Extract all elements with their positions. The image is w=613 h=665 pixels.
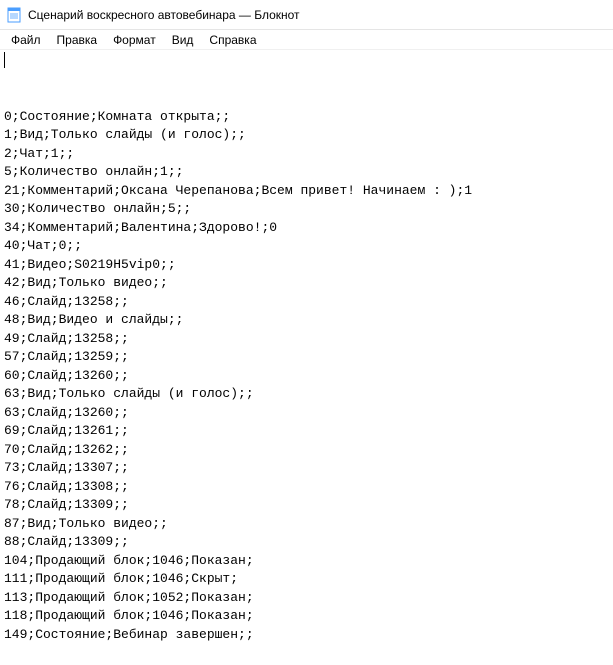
titlebar: Сценарий воскресного автовебинара — Блок… [0,0,613,30]
menu-file[interactable]: Файл [4,31,48,49]
menu-help[interactable]: Справка [202,31,263,49]
text-cursor [4,52,5,68]
text-content: 0;Состояние;Комната открыта;; 1;Вид;Толь… [4,108,609,645]
menu-format[interactable]: Формат [106,31,163,49]
menu-edit[interactable]: Правка [50,31,105,49]
notepad-icon [6,7,22,23]
window-title: Сценарий воскресного автовебинара — Блок… [28,8,300,22]
text-area[interactable]: 0;Состояние;Комната открыта;; 1;Вид;Толь… [0,50,613,665]
menu-view[interactable]: Вид [165,31,201,49]
menubar: Файл Правка Формат Вид Справка [0,30,613,50]
